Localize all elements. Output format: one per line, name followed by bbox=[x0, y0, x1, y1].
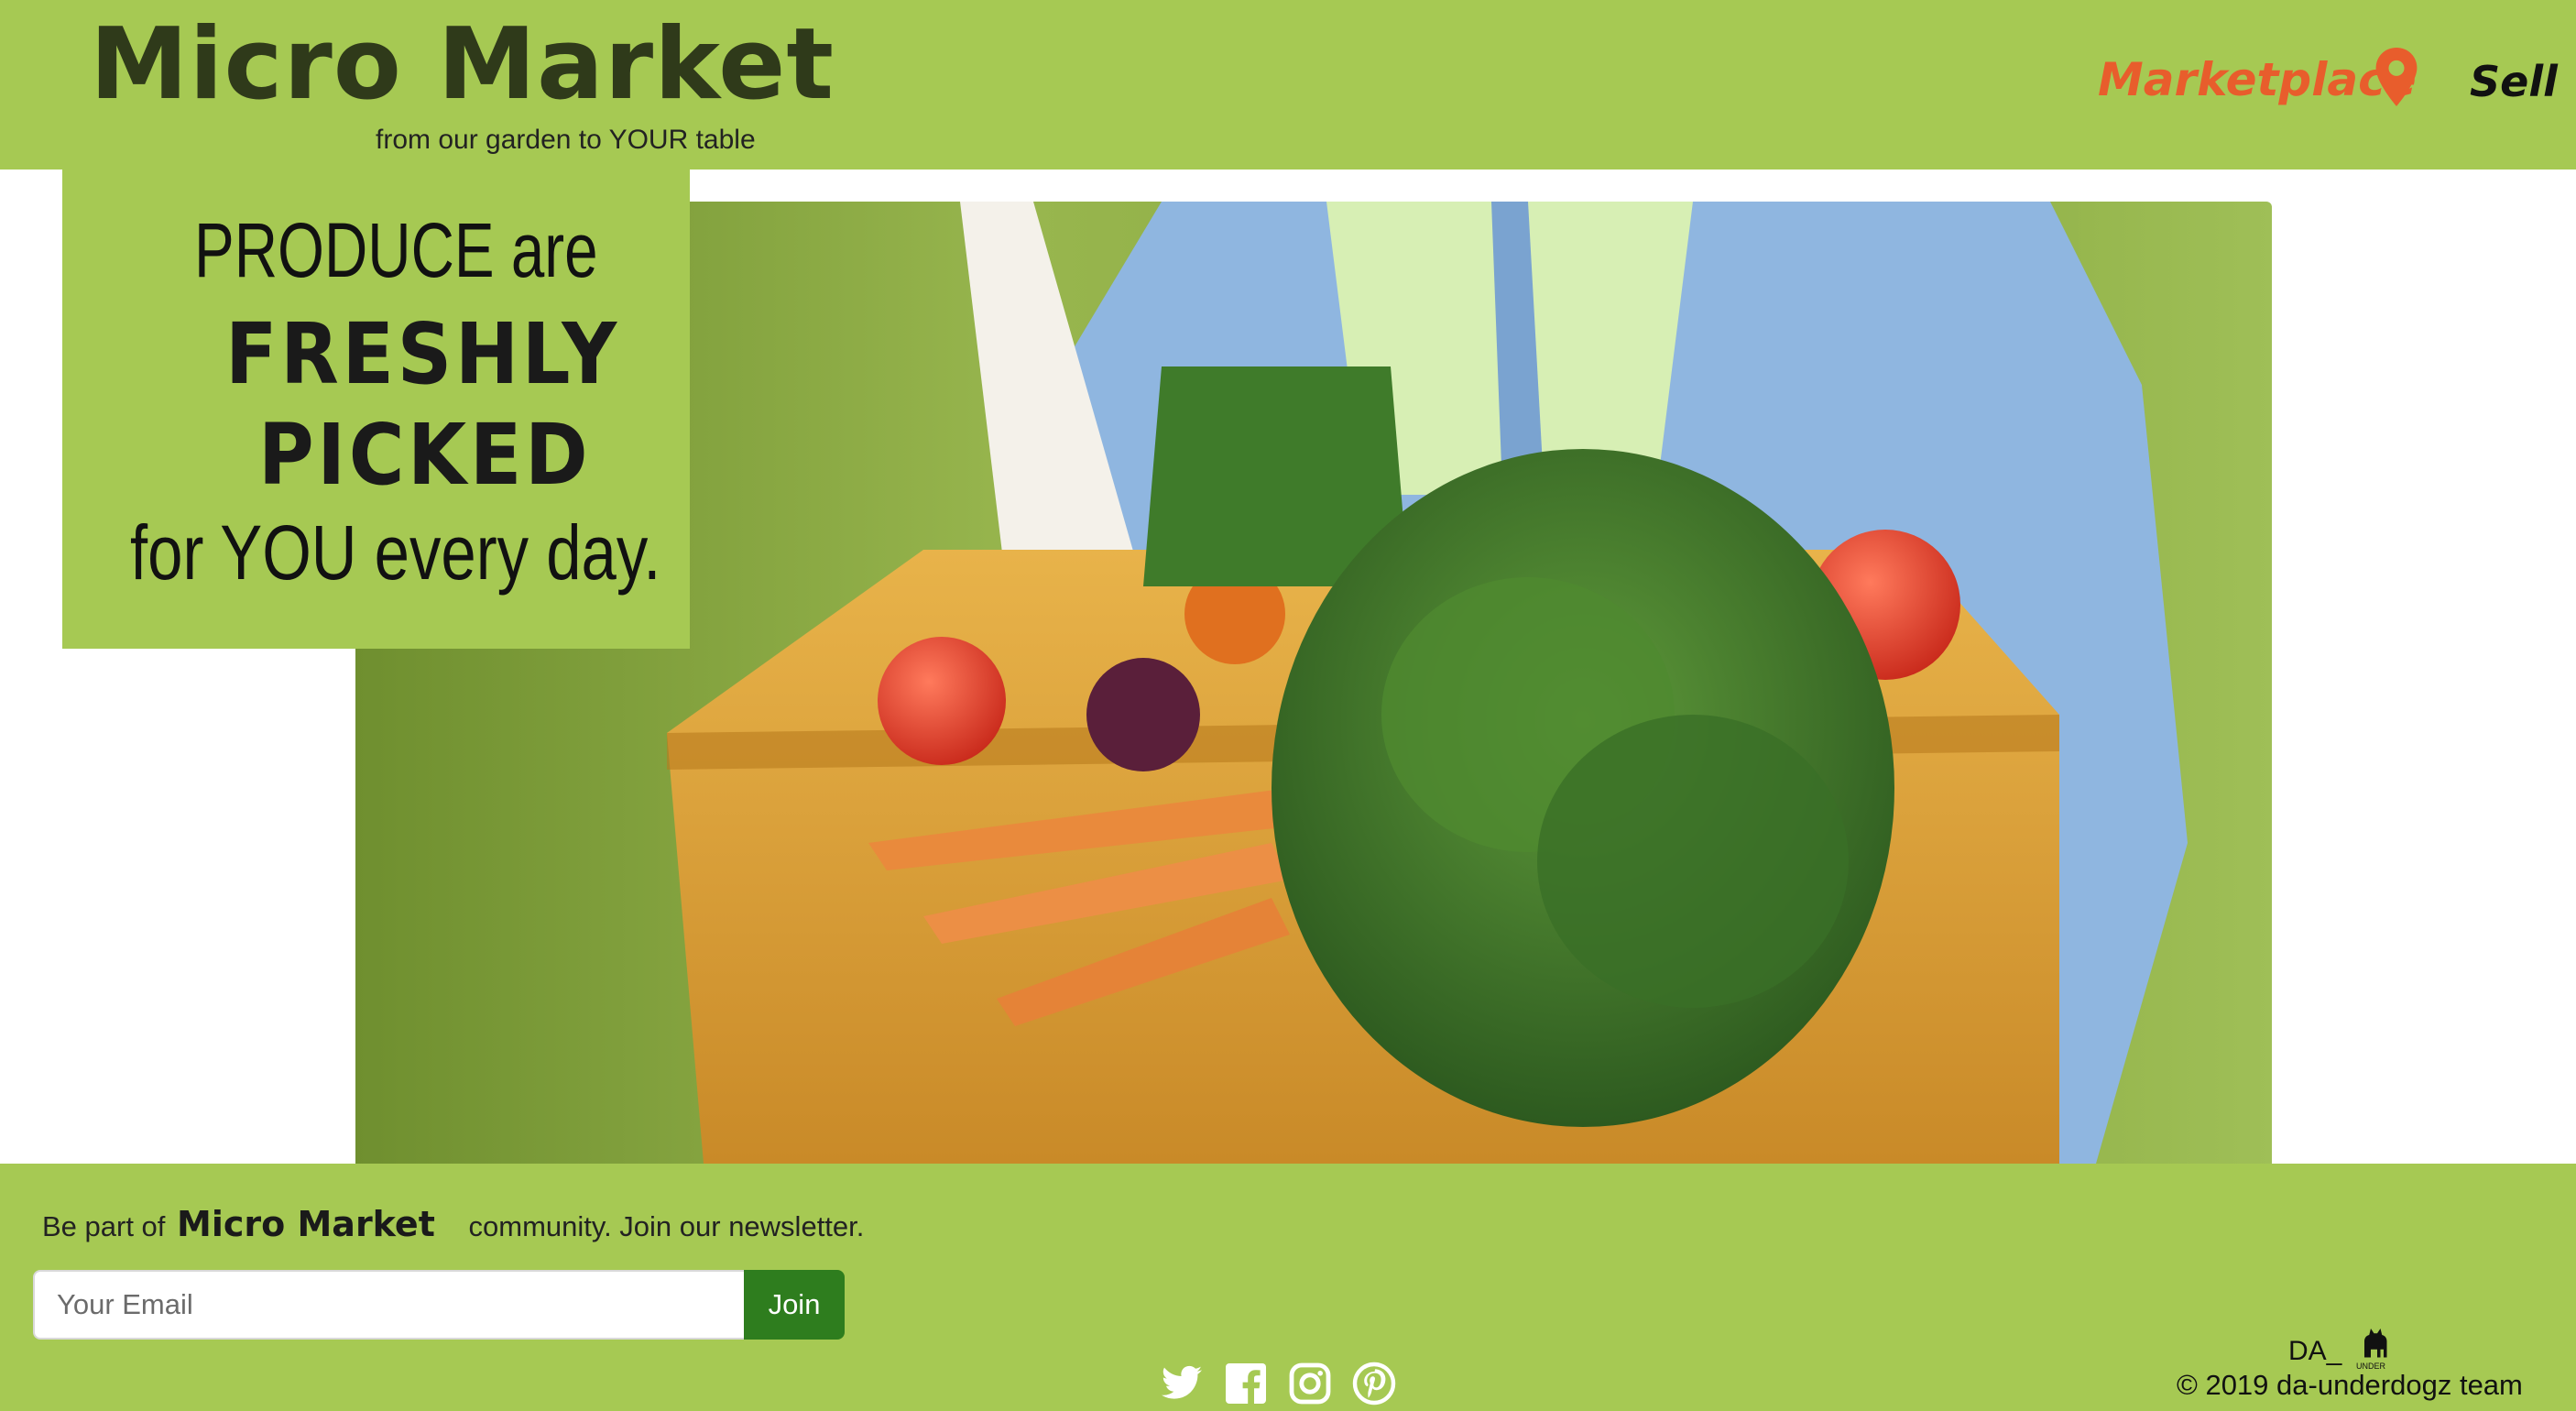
newsletter-suffix: community. Join our newsletter. bbox=[468, 1210, 865, 1242]
email-input[interactable] bbox=[33, 1270, 744, 1340]
promo-line-2: FRESHLY bbox=[225, 305, 620, 403]
promo-line-1: PRODUCE are bbox=[194, 207, 598, 293]
instagram-icon[interactable] bbox=[1288, 1362, 1332, 1406]
newsletter-text: Be part of Micro Market community. Join … bbox=[42, 1204, 864, 1244]
promo-line-4: for YOU every day. bbox=[130, 509, 661, 596]
facebook-icon[interactable] bbox=[1224, 1362, 1268, 1406]
dog-icon bbox=[2364, 1329, 2387, 1358]
social-links bbox=[1160, 1362, 1396, 1406]
brand-logo[interactable]: Micro Market bbox=[90, 10, 835, 120]
nav-sell-link[interactable]: Sell bbox=[2470, 57, 2558, 106]
team-logo: DA_ UNDER bbox=[2288, 1321, 2398, 1376]
site-header: Micro Market from our garden to YOUR tab… bbox=[0, 0, 2576, 170]
twitter-icon[interactable] bbox=[1160, 1362, 1204, 1406]
nav-marketplace-link[interactable]: Marketplace bbox=[2098, 53, 2417, 106]
promo-line-3: PICKED bbox=[258, 406, 592, 504]
copyright-text: © 2019 da-underdogz team bbox=[2177, 1369, 2523, 1401]
site-footer: Be part of Micro Market community. Join … bbox=[0, 1164, 2576, 1411]
team-logo-text: DA_ bbox=[2288, 1336, 2342, 1366]
join-button[interactable]: Join bbox=[744, 1270, 845, 1340]
location-pin-icon[interactable] bbox=[2373, 48, 2420, 106]
newsletter-prefix: Be part of bbox=[42, 1210, 166, 1242]
page: Micro Market from our garden to YOUR tab… bbox=[0, 0, 2576, 1411]
newsletter-brand: Micro Market bbox=[177, 1204, 435, 1244]
pinterest-icon[interactable] bbox=[1352, 1362, 1396, 1406]
brand-tagline: from our garden to YOUR table bbox=[376, 125, 756, 155]
promo-banner: PRODUCE are FRESHLY PICKED for YOU every… bbox=[62, 170, 690, 649]
